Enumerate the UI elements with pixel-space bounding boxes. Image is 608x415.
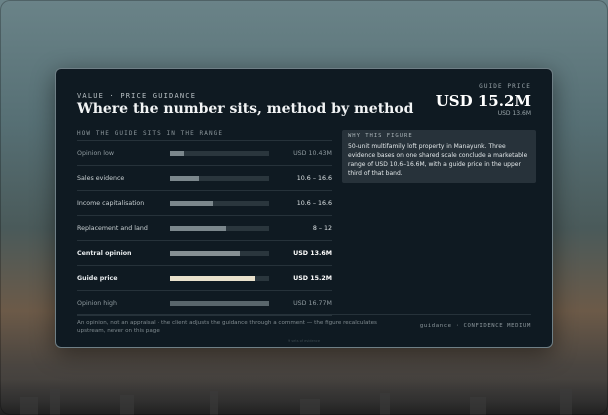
city-skyline <box>0 379 608 415</box>
table-row: Replacement and land 8 – 12 <box>77 216 332 241</box>
table-row: Income capitalisation 10.6 – 16.6 <box>77 191 332 216</box>
range-bar-fill <box>170 250 241 256</box>
guide-price-subvalue: USD 13.6M <box>497 110 531 117</box>
range-bar-fill <box>170 275 256 281</box>
method-label: Central opinion <box>77 249 132 257</box>
why-this-figure-panel: WHY THIS FIGURE 50-unit multifamily loft… <box>342 130 536 183</box>
price-guidance-card: VALUE · PRICE GUIDANCE Where the number … <box>55 68 553 348</box>
range-bar-fill <box>170 150 184 156</box>
evidence-count-caption: 9 sets of evidence <box>288 339 320 343</box>
method-range-list: Opinion low USD 10.43M Sales evidence 10.6 … <box>77 140 332 316</box>
method-value: 8 – 12 <box>312 224 332 232</box>
range-bar-track <box>170 300 269 306</box>
method-value: USD 15.2M <box>293 274 332 282</box>
table-row: Sales evidence 10.6 – 16.6 <box>77 166 332 191</box>
method-label: Sales evidence <box>77 174 125 182</box>
note-body: 50-unit multifamily loft property in Man… <box>348 143 528 177</box>
method-value: 10.6 – 16.6 <box>296 174 332 182</box>
footer-divider <box>77 314 531 315</box>
method-label: Guide price <box>77 274 118 282</box>
method-value: USD 10.43M <box>293 149 332 157</box>
page-title: Where the number sits, method by method <box>77 101 414 117</box>
method-label: Opinion high <box>77 299 118 307</box>
method-value: USD 16.77M <box>293 299 332 307</box>
footer-disclaimer: An opinion, not an appraisal · the clien… <box>77 320 377 334</box>
range-bar-track <box>170 225 269 231</box>
range-bar-track <box>170 200 269 206</box>
range-bar-fill <box>170 225 227 231</box>
range-bar-track <box>170 175 269 181</box>
method-label: Opinion low <box>77 149 115 157</box>
table-row: Guide price USD 15.2M <box>77 266 332 291</box>
table-row: Central opinion USD 13.6M <box>77 241 332 266</box>
range-bar-track <box>170 150 269 156</box>
guide-price-label: GUIDE PRICE <box>479 83 531 90</box>
note-heading: WHY THIS FIGURE <box>348 133 413 139</box>
method-value: USD 13.6M <box>293 249 332 257</box>
method-label: Replacement and land <box>77 224 148 232</box>
range-section-heading: HOW THE GUIDE SITS IN THE RANGE <box>77 130 224 137</box>
range-bar-track <box>170 250 269 256</box>
eyebrow-label: VALUE · PRICE GUIDANCE <box>77 92 197 100</box>
range-bar-fill <box>170 300 269 306</box>
table-row: Opinion low USD 10.43M <box>77 141 332 166</box>
guide-price-value: USD 15.2M <box>435 92 531 110</box>
confidence-label: guidance · CONFIDENCE MEDIUM <box>419 323 531 329</box>
range-bar-fill <box>170 200 213 206</box>
table-row: Opinion high USD 16.77M <box>77 291 332 316</box>
method-value: 10.6 – 16.6 <box>296 199 332 207</box>
method-label: Income capitalisation <box>77 199 145 207</box>
range-bar-track <box>170 275 269 281</box>
range-bar-fill <box>170 175 199 181</box>
